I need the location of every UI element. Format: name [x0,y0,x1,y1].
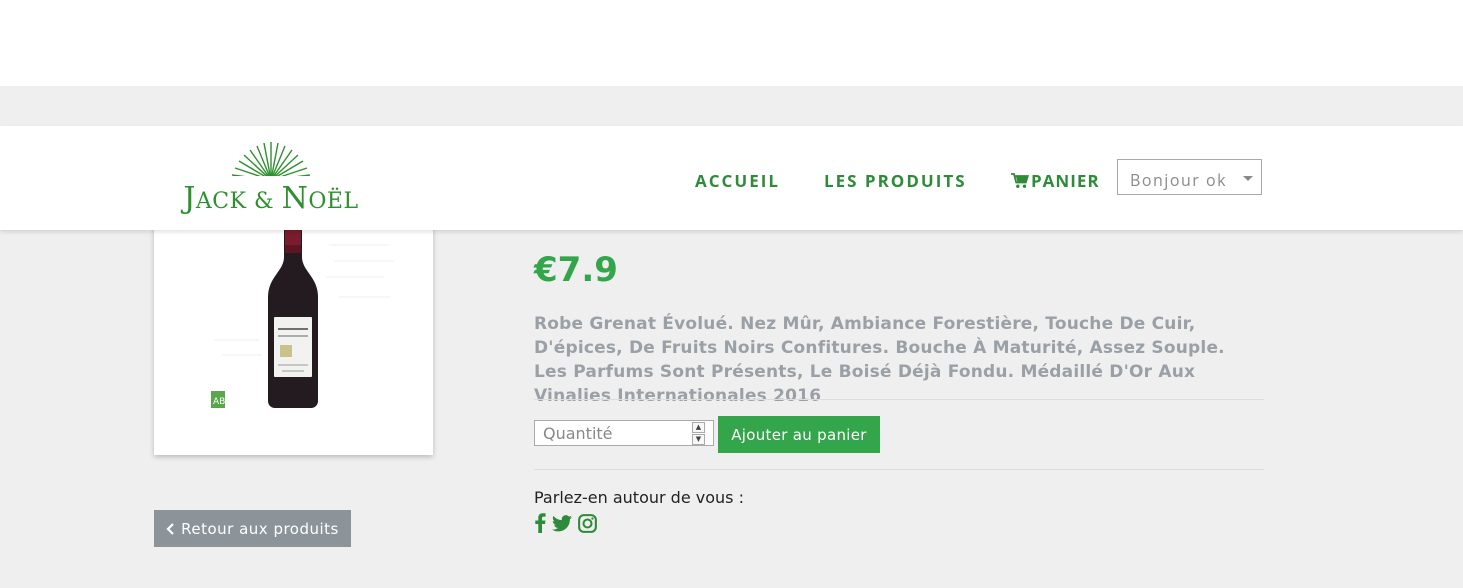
user-menu-label: Bonjour ok [1130,169,1227,191]
nav-panier[interactable]: PANIER [1011,169,1100,192]
add-to-cart-button[interactable]: Ajouter au panier [718,416,880,453]
nav-les-produits[interactable]: LES PRODUITS [824,169,967,192]
wine-bottle-image: AB [211,205,394,408]
share-label: Parlez-en autour de vous : [534,488,744,507]
twitter-icon[interactable] [552,514,572,532]
svg-text:AB: AB [213,397,225,407]
brand-wordmark: JACK & NOËL [183,181,359,216]
divider [534,399,1264,400]
product-description: Robe Grenat Évolué. Nez Mûr, Ambiance Fo… [534,314,1225,406]
back-button-label: Retour aux produits [181,519,339,538]
quantity-spinner[interactable]: ▲ ▼ [692,422,705,445]
brand-logo[interactable]: JACK & NOËL [176,140,366,216]
shopping-cart-icon [1011,172,1029,188]
back-to-products-button[interactable]: Retour aux produits [154,510,351,547]
quantity-input[interactable] [535,421,690,445]
decrement-icon[interactable]: ▼ [692,434,705,445]
facebook-icon[interactable] [534,513,546,533]
instagram-icon[interactable] [578,513,597,533]
nav-accueil[interactable]: ACCUEIL [695,169,780,192]
chevron-left-icon [166,522,174,535]
navbar: JACK & NOËL ACCUEIL LES PRODUITS PANIER … [0,126,1463,230]
nav-panier-label: PANIER [1031,169,1100,192]
product-price: €7.9 [534,250,618,290]
product-image-card: AB [154,205,433,455]
top-band [0,0,1463,86]
social-icons [534,513,597,533]
sunburst-icon [226,142,316,184]
divider [534,469,1264,470]
increment-icon[interactable]: ▲ [692,422,705,433]
user-menu-dropdown[interactable]: Bonjour ok [1117,159,1262,195]
quantity-stepper[interactable]: ▲ ▼ [534,420,714,446]
caret-down-icon [1243,176,1253,181]
